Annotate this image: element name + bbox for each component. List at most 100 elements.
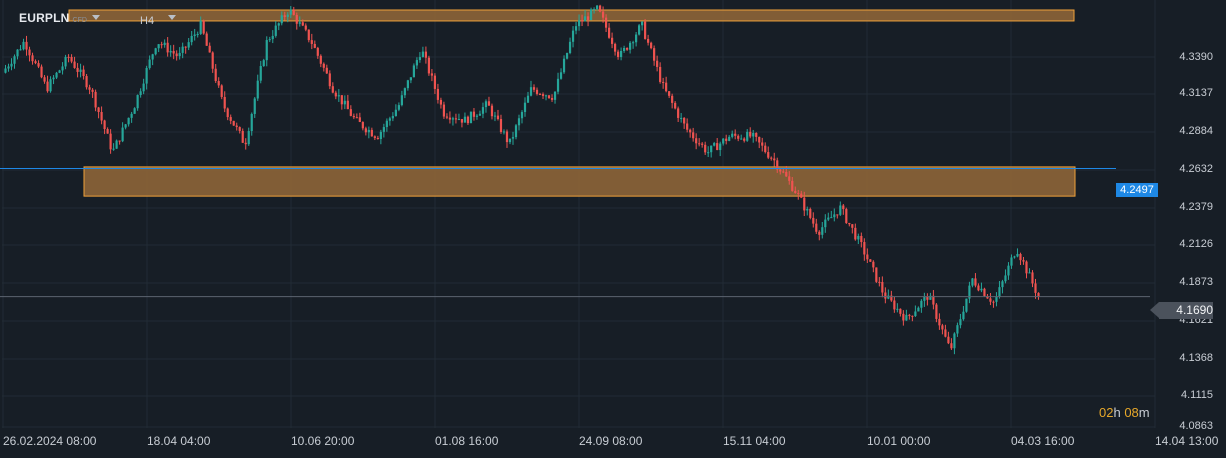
candle-body — [502, 131, 506, 133]
candle-body — [962, 311, 965, 320]
candle-body — [686, 123, 689, 130]
time-tick: 04.03 16:00 — [1011, 434, 1075, 448]
candle-body — [7, 66, 10, 69]
candle-body — [683, 117, 686, 124]
candle-body — [436, 88, 440, 100]
candle-body — [836, 214, 839, 216]
candle-body — [604, 17, 608, 28]
candle-body — [217, 81, 220, 86]
timeframe-selector[interactable]: H4 — [140, 11, 154, 29]
candle-body — [235, 125, 238, 128]
candle-body — [361, 122, 364, 129]
candle-body — [619, 51, 623, 58]
candle-body — [250, 113, 253, 132]
horizontal-line-price-badge[interactable]: 4.2497 — [1116, 183, 1158, 197]
candle-body — [64, 56, 67, 67]
candle-body — [601, 11, 605, 18]
candle-body — [154, 48, 157, 55]
candle-body — [980, 288, 983, 291]
price-chart[interactable] — [0, 0, 1226, 458]
candle-body — [505, 131, 509, 143]
candle-body — [169, 50, 172, 53]
candle-body — [379, 131, 382, 140]
candle-body — [559, 72, 563, 79]
candle-body — [644, 21, 647, 39]
candle-body — [40, 66, 43, 78]
time-tick: 26.02.2024 08:00 — [3, 434, 97, 448]
candle-body — [265, 40, 268, 61]
candle-body — [998, 287, 1001, 298]
candle-body — [508, 138, 512, 143]
candle-body — [848, 222, 851, 225]
time-tick: 01.08 16:00 — [435, 434, 499, 448]
candle-body — [568, 41, 572, 54]
candle-body — [779, 169, 782, 172]
candle-body — [499, 119, 503, 132]
candle-body — [163, 42, 166, 46]
candle-body — [595, 5, 599, 10]
current-price-badge: 4.1690 — [1159, 302, 1213, 319]
candle-body — [589, 9, 593, 20]
candle-body — [259, 66, 262, 81]
candle-body — [716, 143, 719, 151]
time-tick: 24.09 08:00 — [579, 434, 643, 448]
candle-body — [394, 109, 397, 117]
candle-body — [352, 115, 355, 118]
candle-body — [725, 138, 728, 141]
candle-body — [917, 307, 920, 312]
candle-body — [175, 53, 178, 57]
chevron-down-icon[interactable] — [92, 15, 100, 20]
candle-body — [46, 81, 49, 92]
candle-body — [397, 105, 400, 110]
symbol-type: CFD — [72, 17, 87, 24]
candle-body — [851, 224, 854, 228]
candle-body — [211, 52, 214, 69]
candle-body — [580, 20, 584, 22]
candle-body — [953, 333, 956, 349]
candle-body — [16, 49, 19, 57]
candle-body — [659, 66, 662, 82]
candle-body — [367, 129, 370, 133]
price-tick: 4.2884 — [1179, 125, 1213, 137]
candle-body — [562, 58, 566, 73]
candle-body — [100, 112, 103, 121]
candle-body — [19, 49, 22, 51]
time-tick: 18.04 04:00 — [147, 434, 211, 448]
candle-body — [734, 133, 737, 136]
symbol-name: EURPLN — [19, 11, 70, 25]
candle-body — [496, 115, 500, 120]
candle-body — [454, 118, 458, 120]
candle-body — [160, 44, 163, 46]
candle-body — [214, 68, 217, 82]
candle-body — [187, 42, 190, 48]
candle-body — [764, 145, 767, 153]
candle-body — [710, 145, 713, 153]
candle-body — [13, 56, 16, 64]
candle-body — [487, 101, 491, 106]
candle-body — [70, 56, 73, 62]
candle-body — [992, 301, 995, 303]
candle-body — [701, 143, 704, 145]
candle-body — [103, 120, 106, 130]
candle-body — [656, 60, 659, 67]
price-tick: 4.1368 — [1179, 352, 1213, 364]
candle-body — [253, 98, 256, 114]
candle-body — [854, 227, 857, 240]
candle-body — [800, 193, 803, 198]
candle-body — [974, 278, 977, 286]
candle-body — [79, 69, 82, 72]
symbol-selector[interactable]: EURPLN CFD — [19, 11, 87, 25]
candle-body — [418, 57, 422, 61]
candle-body — [577, 20, 581, 27]
candle-body — [112, 148, 115, 150]
time-tick: 14.04 13:00 — [1155, 434, 1219, 448]
candle-body — [229, 117, 232, 121]
candle-body — [343, 100, 346, 105]
candle-body — [881, 282, 884, 293]
candle-body — [325, 67, 328, 74]
chevron-down-icon[interactable] — [168, 15, 176, 20]
candle-body — [241, 130, 244, 143]
candle-body — [574, 26, 578, 31]
candle-body — [592, 9, 596, 11]
candle-body — [944, 329, 947, 337]
